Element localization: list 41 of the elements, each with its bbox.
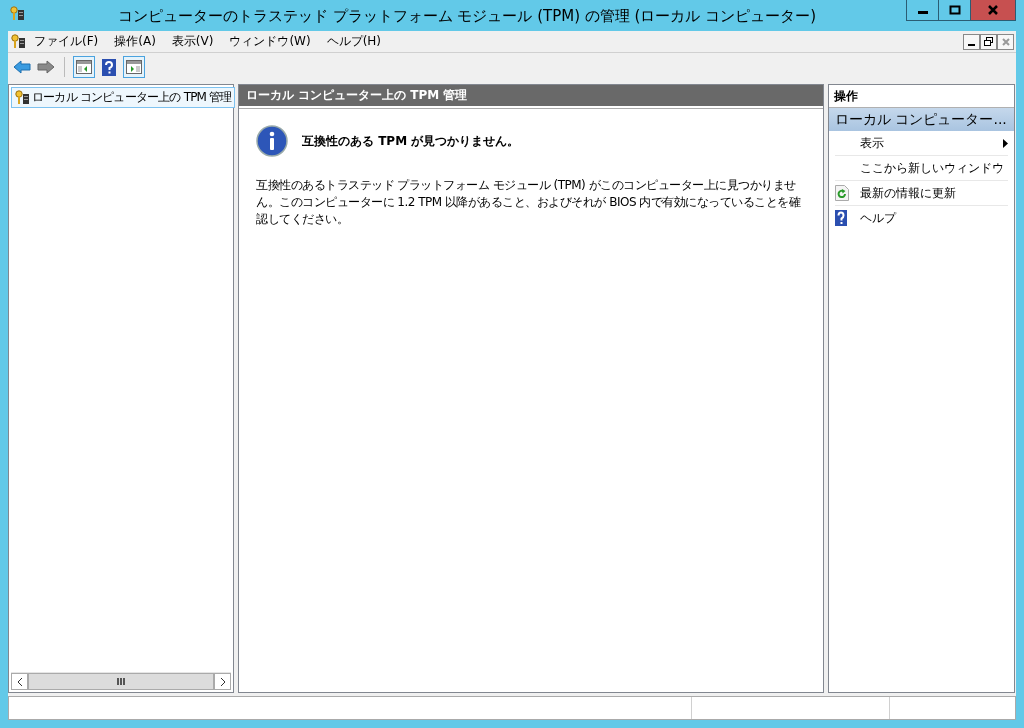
- action-item[interactable]: 最新の情報に更新: [835, 181, 1008, 206]
- action-item[interactable]: ヘルプ: [835, 206, 1008, 230]
- key-chip-icon: [14, 89, 30, 106]
- app-key-icon: [9, 6, 25, 22]
- forward-arrow-icon[interactable]: [36, 57, 56, 77]
- action-item[interactable]: 表示: [835, 131, 1008, 156]
- restore-button[interactable]: [980, 33, 997, 50]
- restore-icon: [984, 37, 993, 46]
- pane-header: ローカル コンピューター上の TPM 管理: [239, 85, 823, 108]
- panel-toggle-icon[interactable]: [123, 56, 145, 78]
- minimize-icon: [968, 44, 975, 46]
- close-icon: [987, 5, 999, 15]
- help-icon[interactable]: [99, 57, 119, 77]
- close-icon: [1001, 37, 1010, 46]
- tree-item[interactable]: ローカル コンピューター上の TPM 管理: [11, 87, 235, 108]
- menu-item[interactable]: ヘルプ(H): [318, 31, 390, 52]
- refresh-icon: [835, 185, 849, 201]
- scrollbar-thumb[interactable]: [28, 673, 214, 690]
- menu-key-icon: [10, 33, 26, 50]
- back-arrow-icon[interactable]: [12, 57, 32, 77]
- submenu-arrow-icon: [1003, 138, 1008, 148]
- chevron-left-icon: [16, 677, 23, 686]
- menu-item[interactable]: ウィンドウ(W): [221, 31, 319, 52]
- menu-item[interactable]: 表示(V): [163, 31, 222, 52]
- message-text: 互換性のあるトラステッド プラットフォーム モジュール (TPM) がこのコンピューター上に見つかりません。このコンピューターに 1.2 TPM 以降があること、およびそれが BIOS 内で有効になっていることを確認してください。: [256, 177, 802, 228]
- info-icon: [256, 125, 288, 157]
- menu-item[interactable]: 操作(A): [106, 31, 164, 52]
- message-title: 互換性のある TPM が見つかりません。: [302, 132, 520, 150]
- maximize-icon: [948, 5, 961, 15]
- scroll-right-button[interactable]: [214, 673, 231, 690]
- close-button[interactable]: [970, 0, 1016, 21]
- minimize-button[interactable]: [906, 0, 939, 21]
- menu-item[interactable]: ファイル(F): [26, 31, 107, 52]
- panel-toggle-icon[interactable]: [73, 56, 95, 78]
- action-item[interactable]: ここから新しいウィンドウ: [835, 156, 1008, 181]
- window-title: コンピューターのトラステッド プラットフォーム モジュール (TPM) の管理 (ローカル コンピューター): [116, 6, 818, 26]
- chevron-right-icon: [219, 677, 226, 686]
- help-icon: [835, 210, 847, 226]
- scroll-left-button[interactable]: [11, 673, 28, 690]
- action-group-header[interactable]: ローカル コンピューター...: [829, 108, 1014, 131]
- minimize-button[interactable]: [963, 33, 980, 50]
